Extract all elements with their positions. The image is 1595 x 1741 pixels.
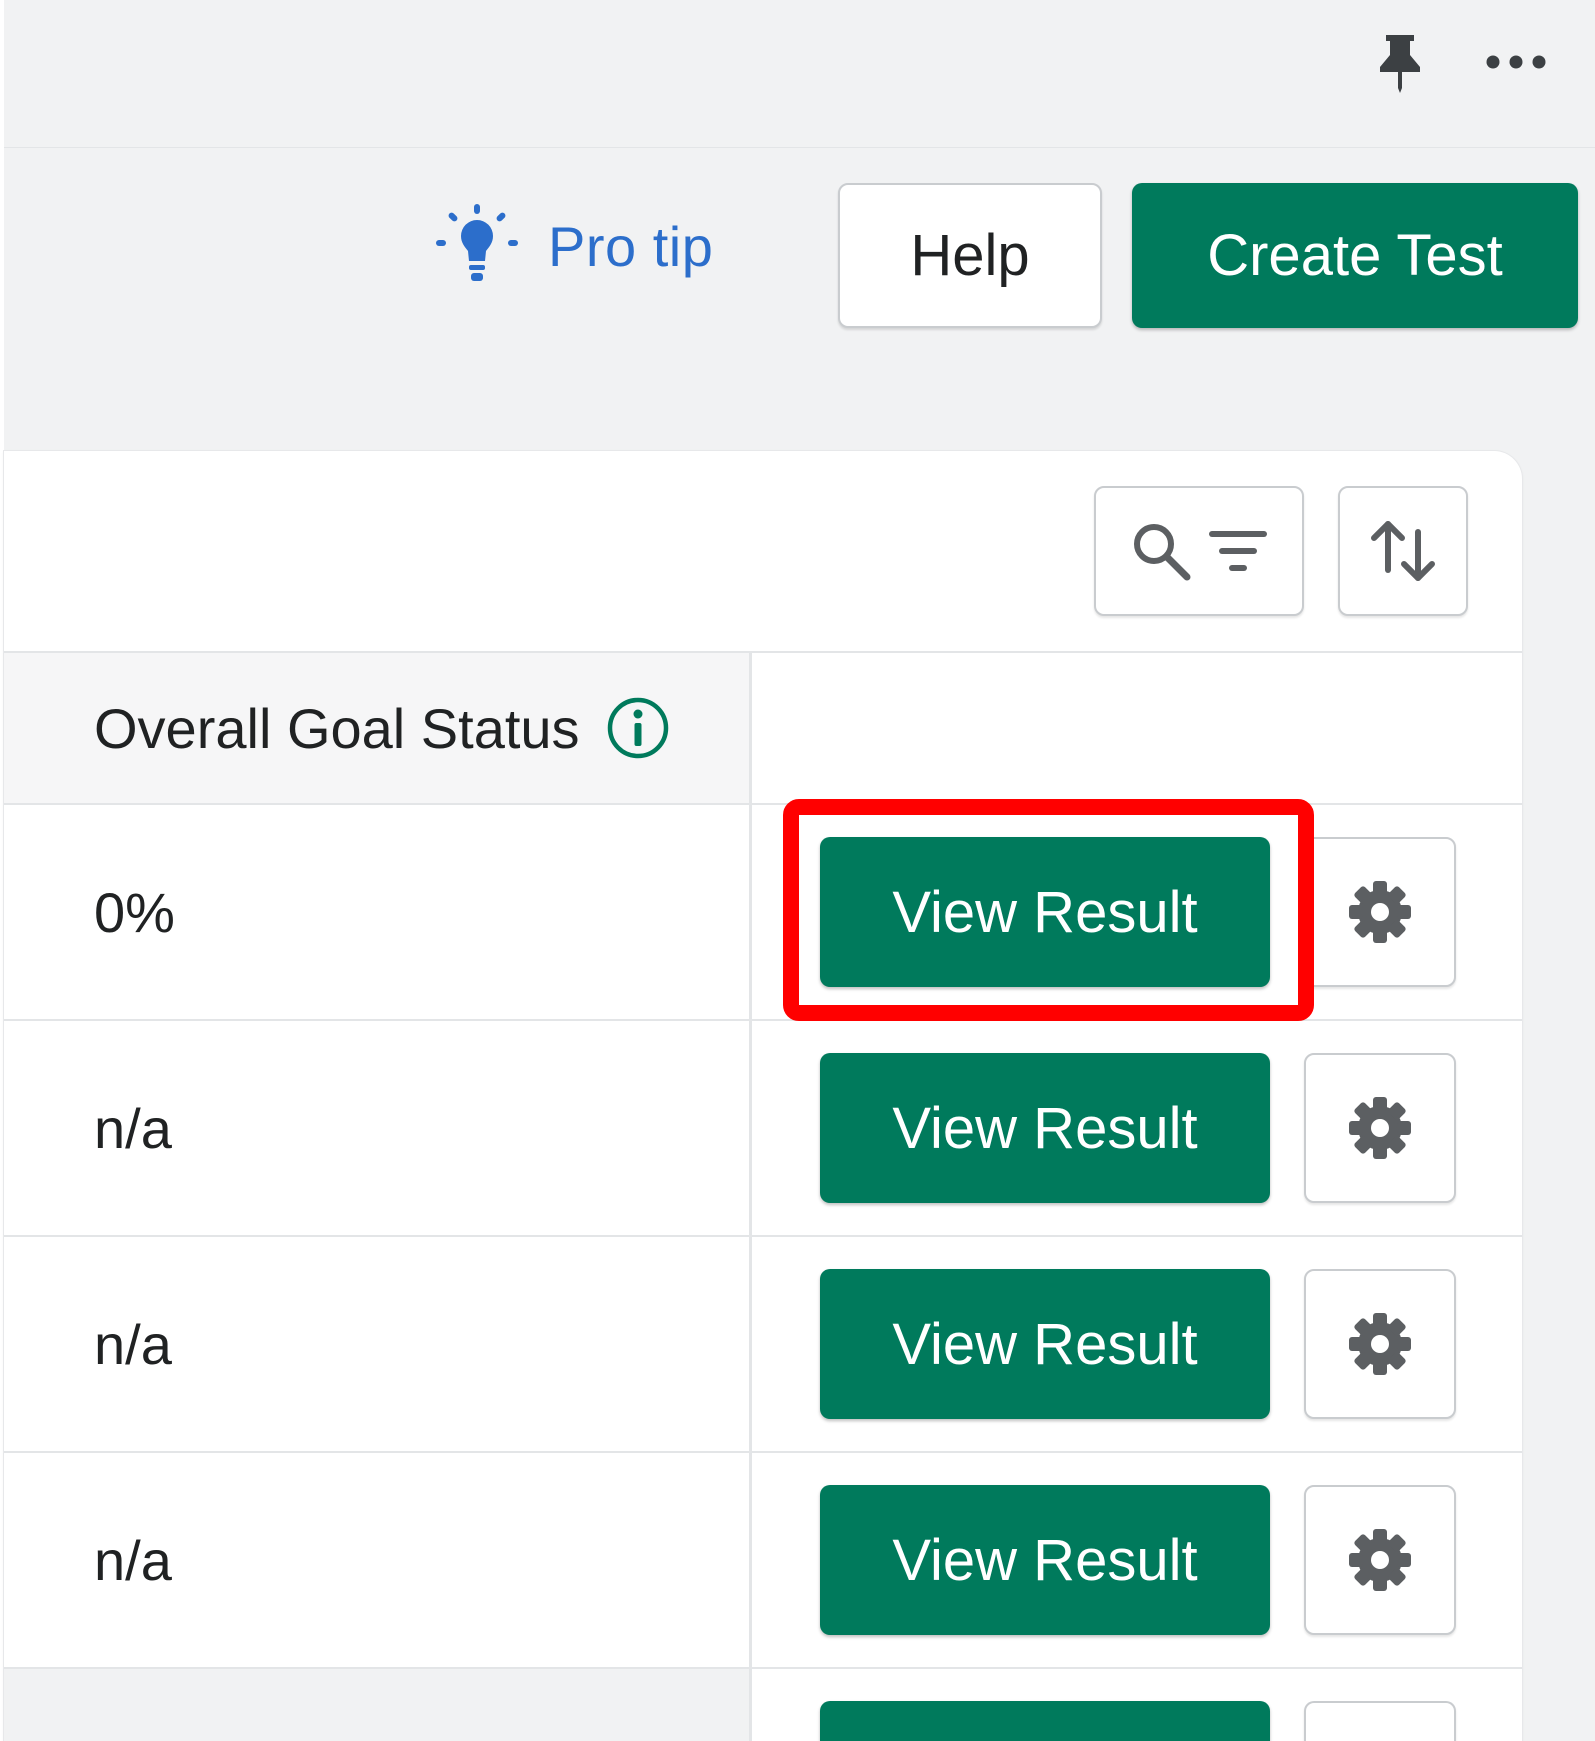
- column-header-overall-goal-status[interactable]: Overall Goal Status: [4, 653, 752, 803]
- sort-icon: [1371, 521, 1435, 581]
- table-row: [4, 1667, 1522, 1741]
- settings-button[interactable]: [1304, 1485, 1456, 1635]
- settings-button[interactable]: [1304, 1269, 1456, 1419]
- search-filter-button[interactable]: [1094, 486, 1304, 616]
- create-test-button[interactable]: Create Test: [1132, 183, 1578, 328]
- app-window: Pro tip Help Create Test Overall Goal St…: [0, 0, 1595, 1741]
- gear-icon: [1349, 1097, 1411, 1159]
- goal-status-cell: n/a: [4, 1237, 752, 1451]
- tests-table-card: Overall Goal Status 0% View Result n/a V…: [4, 451, 1522, 1741]
- table-row: 0% View Result: [4, 803, 1522, 1019]
- pin-button[interactable]: [1360, 22, 1440, 102]
- help-button[interactable]: Help: [838, 183, 1102, 328]
- column-header-actions: [755, 653, 1522, 803]
- view-result-button[interactable]: View Result: [820, 1485, 1270, 1635]
- view-result-button[interactable]: [820, 1701, 1270, 1741]
- table-header-row: Overall Goal Status: [4, 651, 1522, 803]
- top-bar: [4, 0, 1595, 148]
- column-header-label: Overall Goal Status: [94, 696, 580, 760]
- more-button[interactable]: [1476, 22, 1556, 102]
- more-icon: [1486, 55, 1546, 69]
- sort-button[interactable]: [1338, 486, 1468, 616]
- settings-button[interactable]: [1304, 1701, 1456, 1741]
- gear-icon: [1349, 881, 1411, 943]
- view-result-button[interactable]: View Result: [820, 1053, 1270, 1203]
- goal-status-cell: n/a: [4, 1453, 752, 1667]
- view-result-button[interactable]: View Result: [820, 837, 1270, 987]
- gear-icon: [1349, 1529, 1411, 1591]
- goal-status-cell: 0%: [4, 805, 752, 1019]
- table-row: n/a View Result: [4, 1451, 1522, 1667]
- settings-button[interactable]: [1304, 837, 1456, 987]
- filter-icon: [1209, 531, 1267, 571]
- settings-button[interactable]: [1304, 1053, 1456, 1203]
- view-result-button[interactable]: View Result: [820, 1269, 1270, 1419]
- table-row: n/a View Result: [4, 1235, 1522, 1451]
- table-row: n/a View Result: [4, 1019, 1522, 1235]
- pro-tip-link[interactable]: Pro tip: [436, 200, 713, 292]
- lightbulb-icon: [436, 204, 518, 281]
- gear-icon: [1349, 1313, 1411, 1375]
- search-icon: [1134, 524, 1191, 581]
- goal-status-cell: [4, 1669, 752, 1741]
- pro-tip-label: Pro tip: [548, 214, 714, 278]
- info-icon[interactable]: [606, 696, 670, 760]
- pin-icon: [1380, 35, 1420, 93]
- goal-status-cell: n/a: [4, 1021, 752, 1235]
